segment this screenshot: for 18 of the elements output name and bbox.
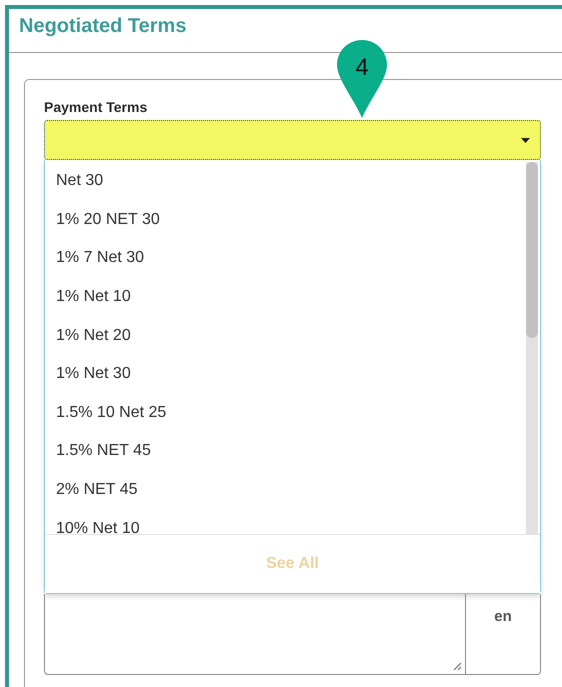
dropdown-option[interactable]: 1% Net 20 bbox=[45, 316, 524, 355]
dropdown-option[interactable]: 1% 7 Net 30 bbox=[45, 239, 524, 278]
payment-terms-dropdown[interactable] bbox=[44, 120, 541, 160]
scrollbar[interactable] bbox=[526, 162, 538, 534]
field-label: Payment Terms bbox=[44, 99, 148, 115]
dropdown-option[interactable]: 1% Net 10 bbox=[45, 278, 524, 316]
step-marker: 4 bbox=[336, 39, 388, 119]
dropdown-option[interactable]: 1.5% NET 45 bbox=[45, 432, 524, 471]
dropdown-option[interactable]: 1% Net 30 bbox=[45, 354, 524, 394]
dropdown-option[interactable]: 2% NET 45 bbox=[45, 470, 524, 510]
resize-grip-icon bbox=[453, 662, 462, 671]
dropdown-option[interactable]: 1% 20 NET 30 bbox=[45, 200, 524, 240]
dropdown-option[interactable]: 1.5% 10 Net 25 bbox=[45, 394, 524, 432]
section-title: Negotiated Terms bbox=[19, 15, 186, 38]
dropdown-option[interactable]: Net 30 bbox=[45, 162, 524, 201]
language-code: en bbox=[494, 608, 512, 626]
caret-icon bbox=[521, 138, 530, 142]
dropdown-option[interactable]: 10% Net 10 bbox=[45, 509, 524, 534]
